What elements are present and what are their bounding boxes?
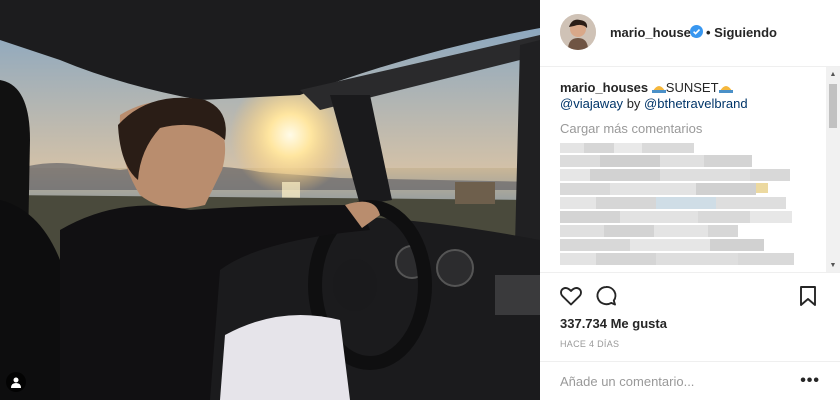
jeep-sunset-image (0, 0, 540, 400)
following-status[interactable]: • Siguiendo (706, 25, 777, 40)
scroll-down-arrow-icon[interactable]: ▼ (826, 258, 840, 272)
caption: mario_houses SUNSET @viajaway by @bthetr… (560, 80, 820, 112)
likes-count[interactable]: 337.734 Me gusta (560, 316, 667, 331)
post-header: mario_houses • Siguiendo (540, 0, 840, 67)
post-actions: 337.734 Me gusta HACE 4 DÍAS Añade un co… (540, 272, 840, 401)
comments-scrollbar[interactable]: ▲ ▼ (826, 67, 840, 272)
add-comment-bar: Añade un comentario... ••• (540, 361, 840, 402)
comments-area: mario_houses SUNSET @viajaway by @bthetr… (540, 67, 826, 272)
header-username[interactable]: mario_houses (610, 25, 698, 40)
comment-input[interactable]: Añade un comentario... (560, 374, 694, 389)
sunset-emoji-icon (718, 86, 733, 93)
verified-badge-icon (690, 25, 703, 38)
load-more-comments[interactable]: Cargar más comentarios (560, 121, 702, 136)
speech-bubble-icon[interactable] (594, 284, 618, 308)
scroll-up-arrow-icon[interactable]: ▲ (826, 67, 840, 81)
caption-username[interactable]: mario_houses (560, 80, 648, 95)
scrollbar-thumb[interactable] (829, 84, 837, 128)
more-options-icon[interactable]: ••• (800, 372, 820, 390)
mention-link[interactable]: @bthetravelbrand (644, 96, 748, 111)
sunset-emoji-icon (651, 86, 666, 93)
post-detail-panel: mario_houses • Siguiendo mario_houses SU… (540, 0, 840, 400)
avatar[interactable] (560, 14, 596, 50)
post-photo[interactable] (0, 0, 540, 400)
caption-by: by (626, 96, 641, 111)
heart-icon[interactable] (559, 284, 583, 308)
post-timestamp[interactable]: HACE 4 DÍAS (560, 339, 619, 349)
bookmark-icon[interactable] (796, 284, 820, 308)
caption-text: SUNSET (665, 80, 719, 95)
mention-link[interactable]: @viajaway (560, 96, 623, 111)
pixelated-comments (560, 143, 794, 265)
user-tag-icon[interactable] (6, 372, 26, 392)
